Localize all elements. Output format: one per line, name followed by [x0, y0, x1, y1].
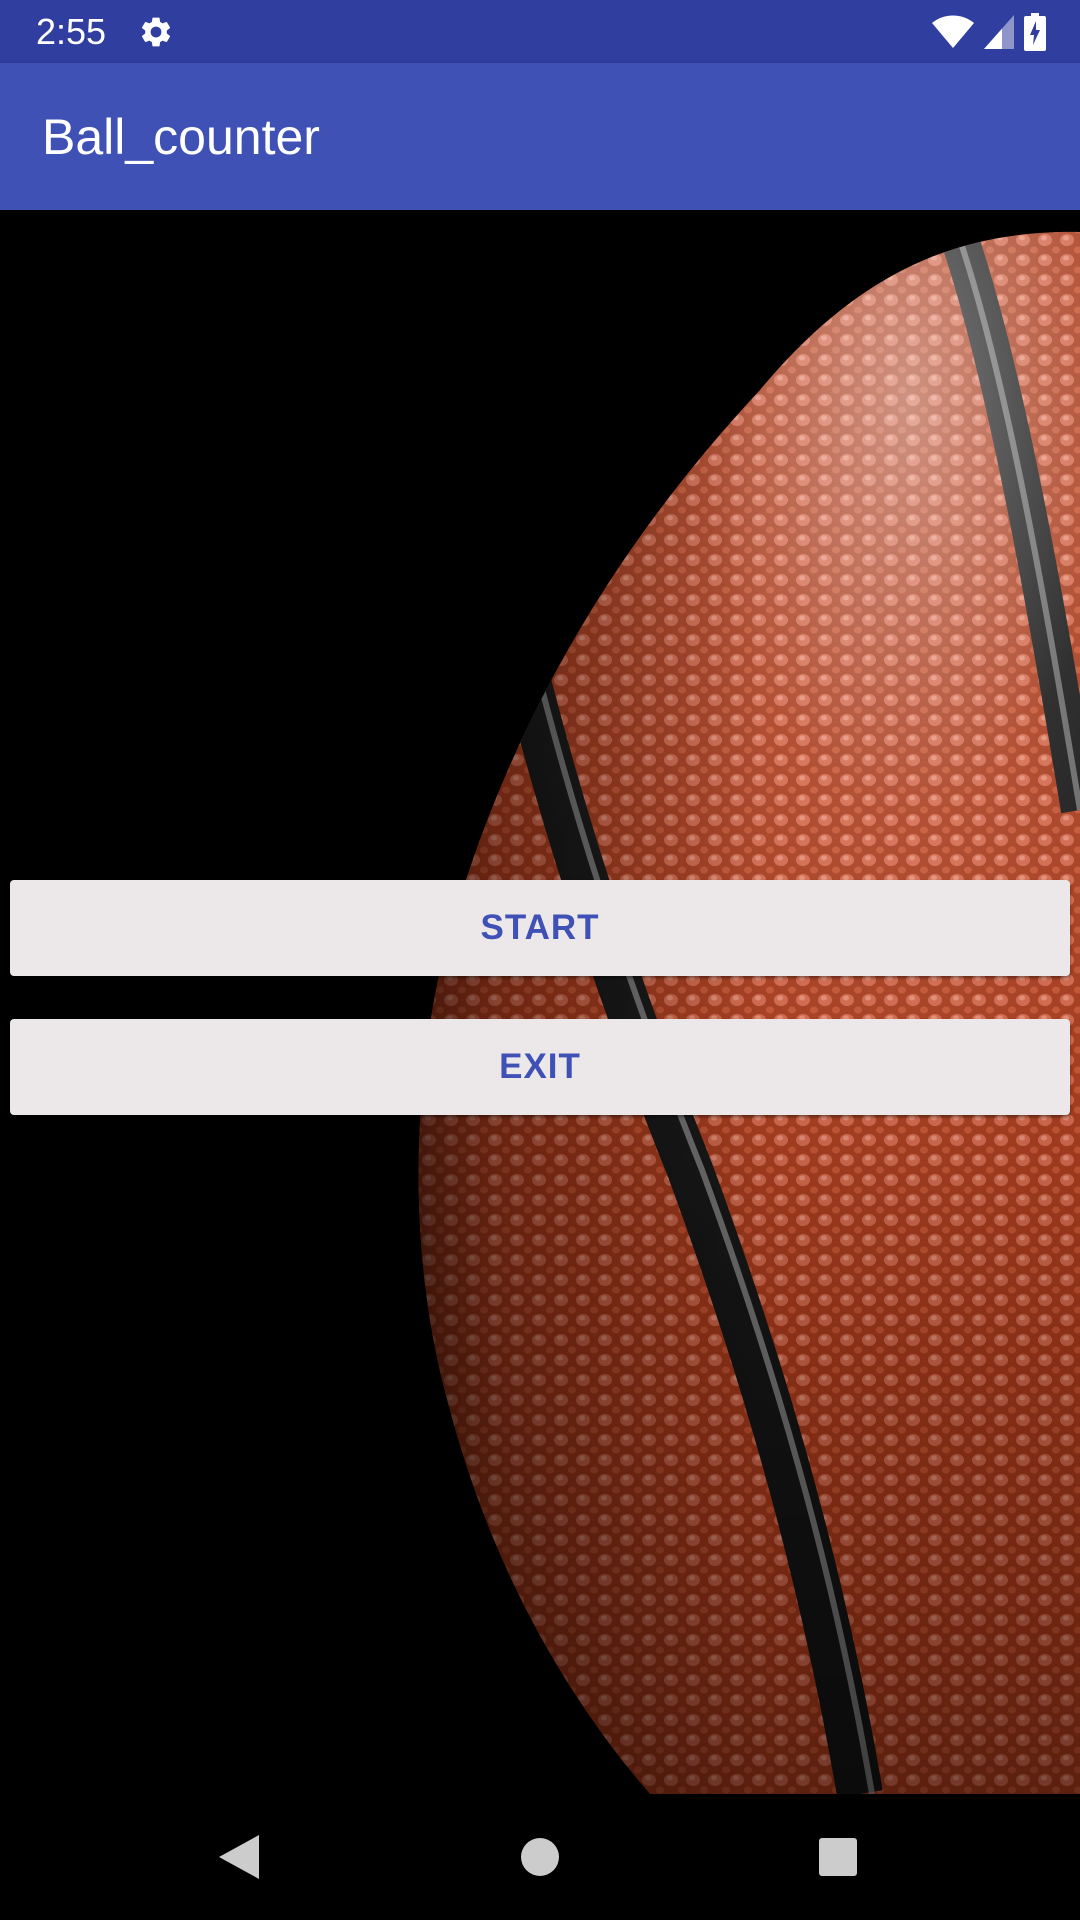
- app-screen: 2:55 Ball_counter START EXIT: [0, 0, 1080, 1920]
- status-bar: 2:55: [0, 0, 1080, 63]
- gear-icon: [141, 17, 171, 47]
- home-icon: [521, 1838, 559, 1876]
- navigation-bar: [0, 1794, 1080, 1920]
- main-content: [0, 210, 1080, 1794]
- start-button[interactable]: START: [10, 880, 1070, 976]
- wifi-icon: [932, 15, 974, 48]
- battery-icon: [1024, 13, 1046, 51]
- app-title: Ball_counter: [42, 109, 320, 165]
- basketball-background-image: [0, 210, 1080, 1794]
- app-toolbar: Ball_counter: [0, 63, 1080, 210]
- home-button[interactable]: [507, 1824, 573, 1890]
- exit-button[interactable]: EXIT: [10, 1019, 1070, 1115]
- status-time: 2:55: [36, 11, 107, 52]
- status-icons: [932, 12, 1046, 52]
- cell-signal-icon: [984, 15, 1014, 49]
- back-icon: [219, 1835, 259, 1879]
- back-button[interactable]: [206, 1824, 272, 1890]
- recents-button[interactable]: [805, 1824, 871, 1890]
- recents-icon: [819, 1838, 857, 1876]
